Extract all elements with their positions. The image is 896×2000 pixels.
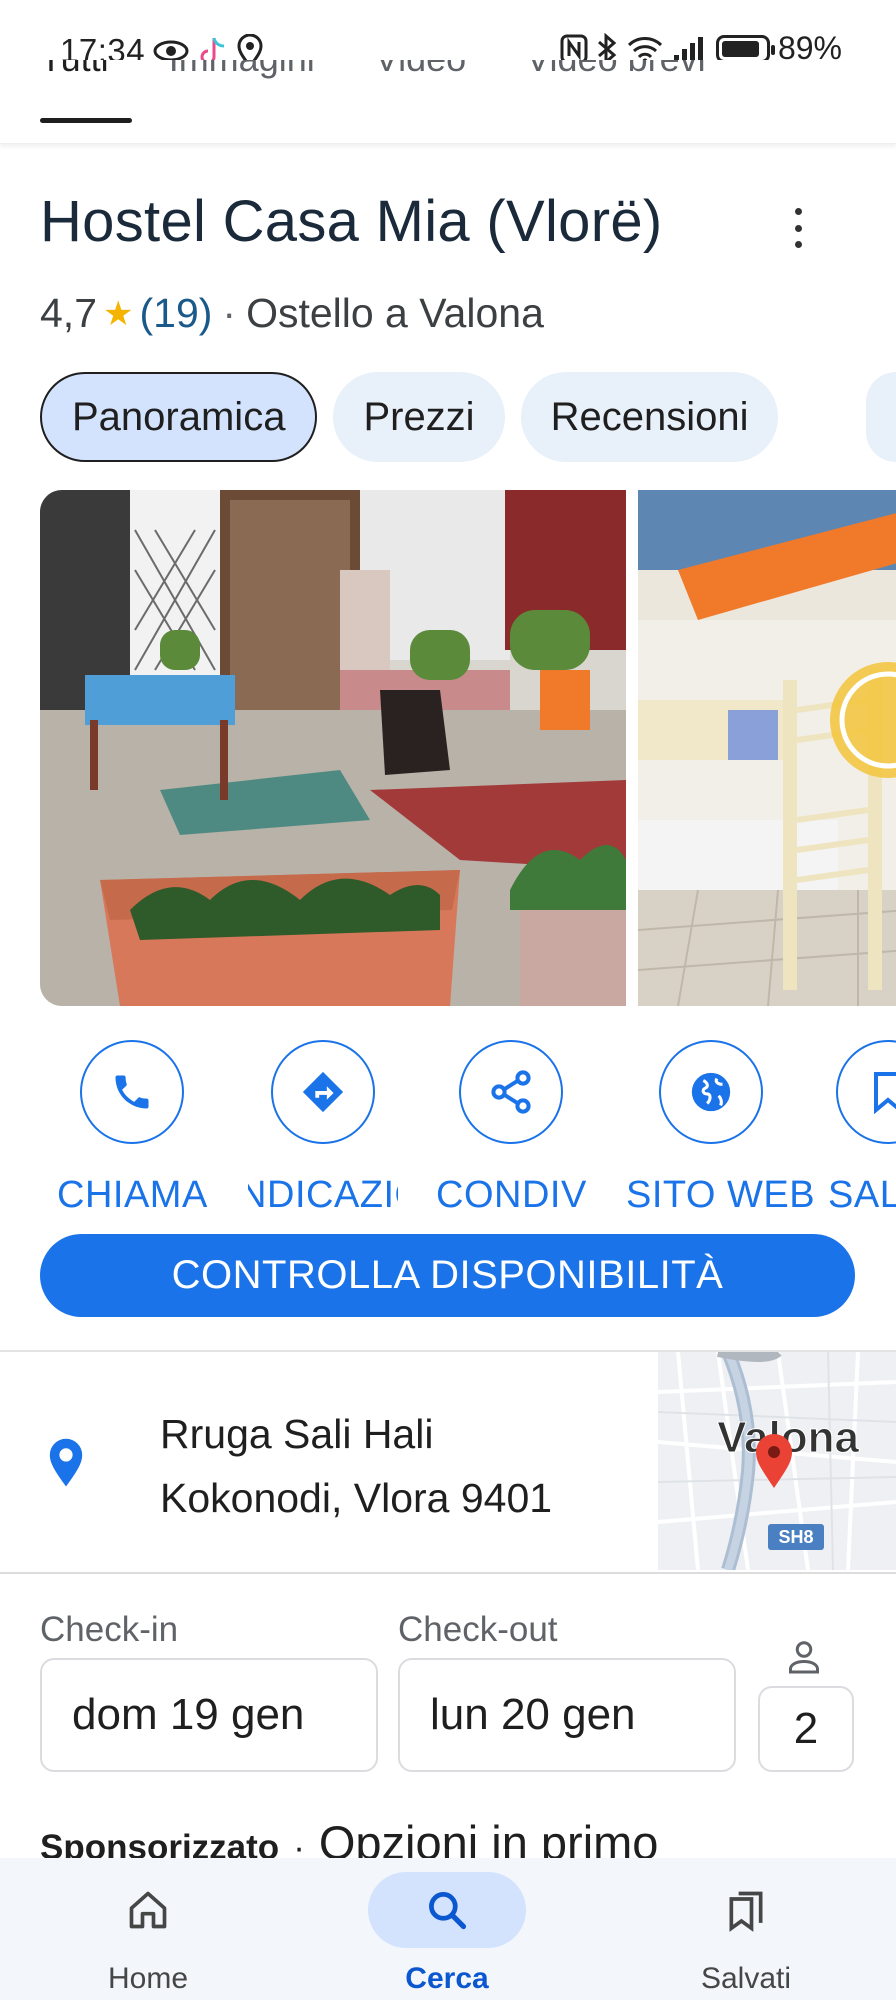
rating-line: 4,7 ★ (19) · Ostello a Valona bbox=[40, 290, 544, 337]
address[interactable]: Rruga Sali Hali Kokonodi, Vlora 9401 bbox=[160, 1402, 552, 1530]
place-title: Hostel Casa Mia (Vlorë) bbox=[40, 189, 663, 254]
share-button[interactable]: CONDIVIDI bbox=[436, 1040, 586, 1217]
address-line-2: Kokonodi, Vlora 9401 bbox=[160, 1475, 553, 1521]
save-label: SALVA bbox=[828, 1174, 896, 1216]
tab-video-brevi[interactable]: Video brevi bbox=[526, 60, 705, 80]
nfc-icon bbox=[560, 34, 588, 63]
signal-icon bbox=[673, 36, 703, 63]
section-chips: Panoramica Prezzi Recensioni bbox=[40, 372, 779, 462]
nav-saved-label: Salvati bbox=[700, 1962, 792, 1995]
saved-icon bbox=[667, 1872, 825, 1948]
rating-value: 4,7 bbox=[40, 290, 97, 336]
checkout-date-field[interactable]: lun 20 gen bbox=[398, 1658, 736, 1772]
website-label: SITO WEB bbox=[626, 1174, 816, 1216]
chip-more[interactable] bbox=[866, 372, 896, 462]
nav-saved[interactable]: Salvati bbox=[661, 1872, 831, 1996]
share-label: CONDIVIDI bbox=[436, 1174, 586, 1216]
checkin-date-field[interactable]: dom 19 gen bbox=[40, 1658, 378, 1772]
call-label: CHIAMA bbox=[57, 1174, 208, 1216]
place-category: Ostello a Valona bbox=[246, 290, 544, 336]
chip-recensioni[interactable]: Recensioni bbox=[520, 372, 779, 462]
divider bbox=[0, 1572, 896, 1574]
star-icon: ★ bbox=[103, 294, 134, 333]
battery-icon bbox=[715, 34, 775, 63]
wifi-icon bbox=[627, 36, 662, 63]
active-tab-indicator bbox=[40, 118, 132, 123]
nav-search[interactable]: Cerca bbox=[362, 1872, 532, 1996]
separator: · bbox=[222, 290, 237, 336]
tab-immagini[interactable]: Immagini bbox=[169, 60, 315, 80]
location-pin-icon bbox=[48, 1438, 84, 1493]
checkout-label: Check-out bbox=[398, 1610, 558, 1649]
website-button[interactable]: SITO WEB bbox=[626, 1040, 816, 1217]
photo-patio[interactable] bbox=[40, 490, 626, 1006]
chip-panoramica[interactable]: Panoramica bbox=[40, 372, 318, 462]
checkin-label: Check-in bbox=[40, 1610, 179, 1649]
call-button[interactable]: CHIAMA bbox=[57, 1040, 207, 1217]
tab-video[interactable]: Video bbox=[375, 60, 466, 80]
address-line-1: Rruga Sali Hali bbox=[160, 1411, 434, 1457]
guests-field[interactable]: 2 bbox=[758, 1686, 854, 1772]
search-icon bbox=[368, 1872, 526, 1948]
more-options-icon[interactable] bbox=[786, 208, 810, 248]
search-type-tabs: Tutti Immagini Video Video brevi bbox=[0, 60, 896, 144]
globe-icon bbox=[659, 1040, 763, 1144]
review-count[interactable]: (19) bbox=[139, 290, 212, 337]
home-icon bbox=[69, 1872, 227, 1948]
person-icon bbox=[786, 1640, 822, 1679]
tab-tutti[interactable]: Tutti bbox=[40, 60, 109, 80]
map-road-label: SH8 bbox=[778, 1527, 813, 1547]
map-thumbnail[interactable]: SH8 Valona bbox=[658, 1352, 896, 1570]
nav-search-label: Cerca bbox=[405, 1962, 489, 1995]
check-availability-button[interactable]: CONTROLLA DISPONIBILITÀ bbox=[40, 1234, 855, 1317]
bottom-navigation: Home Cerca Salvati bbox=[0, 1858, 896, 2000]
directions-button[interactable]: INDICAZIONI bbox=[248, 1040, 398, 1217]
directions-label: INDICAZIONI bbox=[248, 1174, 398, 1216]
directions-icon bbox=[271, 1040, 375, 1144]
photo-bunk-beds[interactable] bbox=[638, 490, 896, 1006]
bookmark-icon bbox=[836, 1040, 896, 1144]
chip-prezzi[interactable]: Prezzi bbox=[333, 372, 505, 462]
share-icon bbox=[459, 1040, 563, 1144]
phone-icon bbox=[80, 1040, 184, 1144]
nav-home[interactable]: Home bbox=[63, 1872, 233, 1996]
nav-home-label: Home bbox=[107, 1962, 189, 1995]
save-button[interactable]: SALVA bbox=[812, 1040, 896, 1217]
